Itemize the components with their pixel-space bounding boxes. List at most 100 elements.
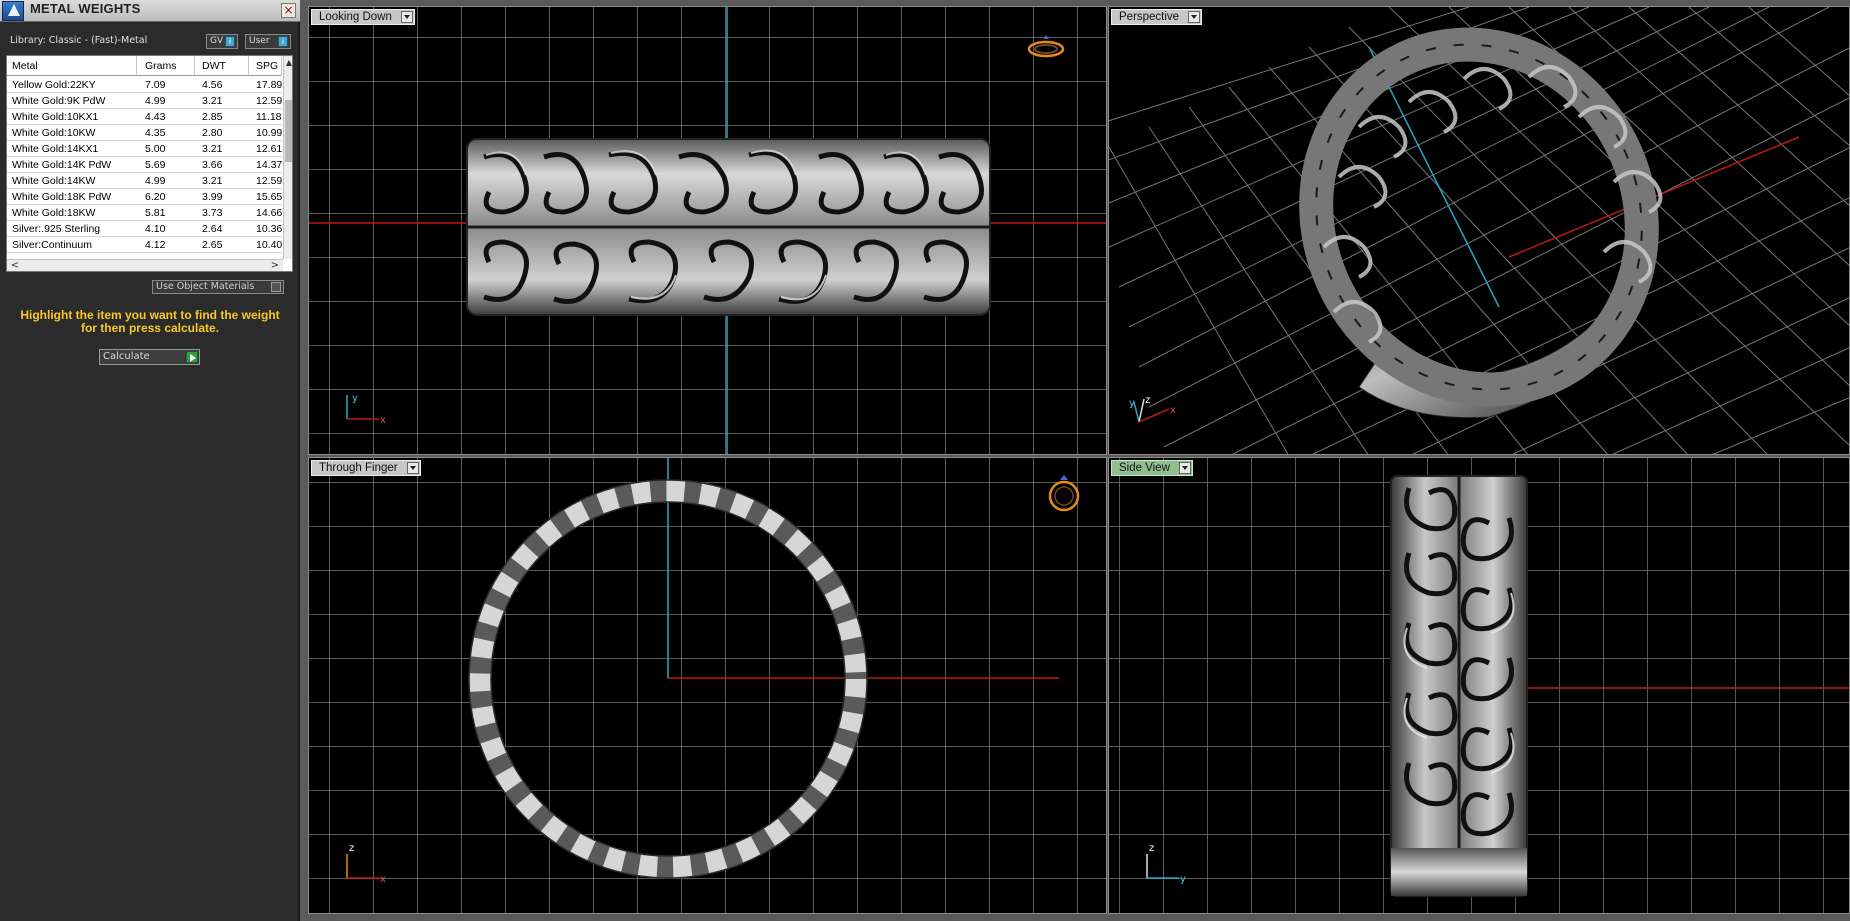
scroll-right-icon[interactable]: > bbox=[269, 260, 281, 271]
chevron-down-icon[interactable] bbox=[1178, 462, 1191, 474]
horizontal-scrollbar[interactable]: < > bbox=[7, 259, 283, 271]
spg-cell: 15.65 bbox=[256, 191, 282, 203]
metal-cell: White Gold:14K PdW bbox=[12, 159, 112, 171]
axis-label-b: z bbox=[1145, 395, 1150, 406]
dwt-cell: 3.66 bbox=[202, 159, 223, 171]
view-name: Side View bbox=[1119, 462, 1170, 474]
metal-cell: White Gold:14KX1 bbox=[12, 143, 99, 155]
info-icon: i bbox=[225, 36, 235, 47]
info-icon: i bbox=[278, 36, 288, 47]
axis-gizmo-side: z y bbox=[1146, 843, 1186, 885]
column-header-dwt[interactable]: DWT bbox=[197, 56, 249, 76]
dwt-cell: 2.85 bbox=[202, 111, 223, 123]
axis-label-v: z bbox=[1149, 843, 1154, 854]
grams-cell: 4.43 bbox=[145, 111, 166, 123]
table-row[interactable]: Silver:Continuum 4.12 2.65 10.40 bbox=[7, 237, 282, 253]
table-row[interactable]: Silver:.925 Sterling 4.10 2.64 10.36 bbox=[7, 221, 282, 237]
user-label: User bbox=[249, 36, 270, 46]
table-row[interactable]: White Gold:14KX1 5.00 3.21 12.61 bbox=[7, 141, 282, 157]
axis-label-h: x bbox=[380, 874, 386, 885]
chevron-down-icon[interactable] bbox=[406, 462, 419, 474]
ring-band-side-view bbox=[1390, 475, 1528, 897]
viewport-looking-down[interactable]: y x Looking Down bbox=[308, 6, 1107, 455]
app-logo-icon bbox=[2, 1, 24, 21]
dwt-cell: 3.73 bbox=[202, 207, 223, 219]
viewport-through-finger[interactable]: z x Through Finger bbox=[308, 457, 1107, 914]
play-icon[interactable] bbox=[186, 351, 198, 363]
user-toggle-button[interactable]: User i bbox=[245, 34, 291, 49]
view-selector-perspective[interactable]: Perspective bbox=[1111, 9, 1203, 25]
scroll-thumb[interactable] bbox=[285, 100, 292, 162]
metal-cell: White Gold:10KX1 bbox=[12, 111, 99, 123]
metal-weights-panel: METAL WEIGHTS × Library: Classic - (Fast… bbox=[0, 0, 300, 921]
scroll-up-icon[interactable]: ▲ bbox=[284, 58, 292, 68]
checkbox-icon[interactable] bbox=[271, 282, 281, 292]
spg-cell: 10.36 bbox=[256, 223, 282, 235]
spg-cell: 14.37 bbox=[256, 159, 282, 171]
ring-standing-icon bbox=[1048, 475, 1080, 512]
dwt-cell: 3.21 bbox=[202, 95, 223, 107]
instruction-text: Highlight the item you want to find the … bbox=[10, 309, 290, 335]
metal-cell: Silver:Continuum bbox=[12, 239, 92, 251]
column-header-spg[interactable]: SPG bbox=[251, 56, 282, 76]
viewport-side-view[interactable]: z y Side View bbox=[1108, 457, 1850, 914]
table-row[interactable]: White Gold:9K PdW 4.99 3.21 12.59 bbox=[7, 93, 282, 109]
ring-orientation-icon bbox=[1027, 35, 1065, 58]
grams-cell: 5.69 bbox=[145, 159, 166, 171]
table-row[interactable]: White Gold:10KW 4.35 2.80 10.99 bbox=[7, 125, 282, 141]
table-row[interactable]: Yellow Gold:22KY 7.09 4.56 17.89 bbox=[7, 77, 282, 93]
view-selector-looking-down[interactable]: Looking Down bbox=[311, 9, 415, 25]
gv-label: GV bbox=[210, 36, 224, 46]
spg-cell: 12.59 bbox=[256, 175, 282, 187]
grams-cell: 6.20 bbox=[145, 191, 166, 203]
spg-cell: 12.59 bbox=[256, 95, 282, 107]
grams-cell: 4.35 bbox=[145, 127, 166, 139]
table-row[interactable]: White Gold:14K PdW 5.69 3.66 14.37 bbox=[7, 157, 282, 173]
axis-gizmo-top: y x bbox=[346, 393, 386, 426]
spg-cell: 12.61 bbox=[256, 143, 282, 155]
perspective-canvas: y z x bbox=[1109, 7, 1849, 454]
axis-label-c: x bbox=[1170, 405, 1176, 416]
ring-band-perspective bbox=[1299, 27, 1663, 419]
table-row[interactable]: White Gold:14KW 4.99 3.21 12.59 bbox=[7, 173, 282, 189]
side-view-canvas: z y bbox=[1146, 475, 1849, 897]
axis-label-h: x bbox=[380, 415, 386, 426]
spg-cell: 10.99 bbox=[256, 127, 282, 139]
metal-cell: White Gold:18KW bbox=[12, 207, 96, 219]
table-row[interactable]: White Gold:18K PdW 6.20 3.99 15.65 bbox=[7, 189, 282, 205]
axis-gizmo-perspective: y z x bbox=[1129, 395, 1176, 423]
panel-titlebar[interactable]: METAL WEIGHTS × bbox=[0, 0, 300, 22]
view-name: Perspective bbox=[1119, 11, 1180, 23]
viewport-perspective[interactable]: y z x Perspective bbox=[1108, 6, 1850, 455]
column-header-grams[interactable]: Grams bbox=[140, 56, 195, 76]
metal-cell: White Gold:9K PdW bbox=[12, 95, 106, 107]
dwt-cell: 3.21 bbox=[202, 175, 223, 187]
vertical-scrollbar[interactable]: ▲ bbox=[283, 56, 292, 259]
table-row[interactable]: White Gold:18KW 5.81 3.73 14.66 bbox=[7, 205, 282, 221]
ring-band-top-view bbox=[466, 138, 991, 316]
axis-label-a: y bbox=[1129, 398, 1135, 409]
view-selector-through-finger[interactable]: Through Finger bbox=[311, 460, 421, 476]
view-name: Looking Down bbox=[319, 11, 392, 23]
calculate-button[interactable]: Calculate bbox=[99, 349, 200, 365]
grams-cell: 4.99 bbox=[145, 95, 166, 107]
scroll-left-icon[interactable]: < bbox=[9, 260, 21, 271]
grams-cell: 5.81 bbox=[145, 207, 166, 219]
top-view-canvas: y x bbox=[309, 7, 1106, 454]
table-row[interactable]: White Gold:10KX1 4.43 2.85 11.18 bbox=[7, 109, 282, 125]
grams-cell: 5.00 bbox=[145, 143, 166, 155]
close-icon[interactable]: × bbox=[281, 3, 296, 18]
view-selector-side-view[interactable]: Side View bbox=[1111, 460, 1193, 476]
front-view-canvas: z x bbox=[346, 458, 1080, 885]
use-object-materials-toggle[interactable]: Use Object Materials bbox=[152, 280, 284, 294]
chevron-down-icon[interactable] bbox=[1188, 11, 1201, 23]
library-label: Library: Classic - (Fast)-Metal bbox=[10, 35, 148, 46]
table-header: Metal Grams DWT SPG bbox=[7, 56, 282, 76]
gv-toggle-button[interactable]: GV i bbox=[206, 34, 238, 49]
spg-cell: 14.66 bbox=[256, 207, 282, 219]
column-header-metal[interactable]: Metal bbox=[7, 56, 137, 76]
axis-label-v: y bbox=[352, 393, 358, 404]
metal-cell: Silver:.925 Sterling bbox=[12, 223, 101, 235]
chevron-down-icon[interactable] bbox=[400, 11, 413, 23]
panel-title: METAL WEIGHTS bbox=[30, 1, 141, 16]
